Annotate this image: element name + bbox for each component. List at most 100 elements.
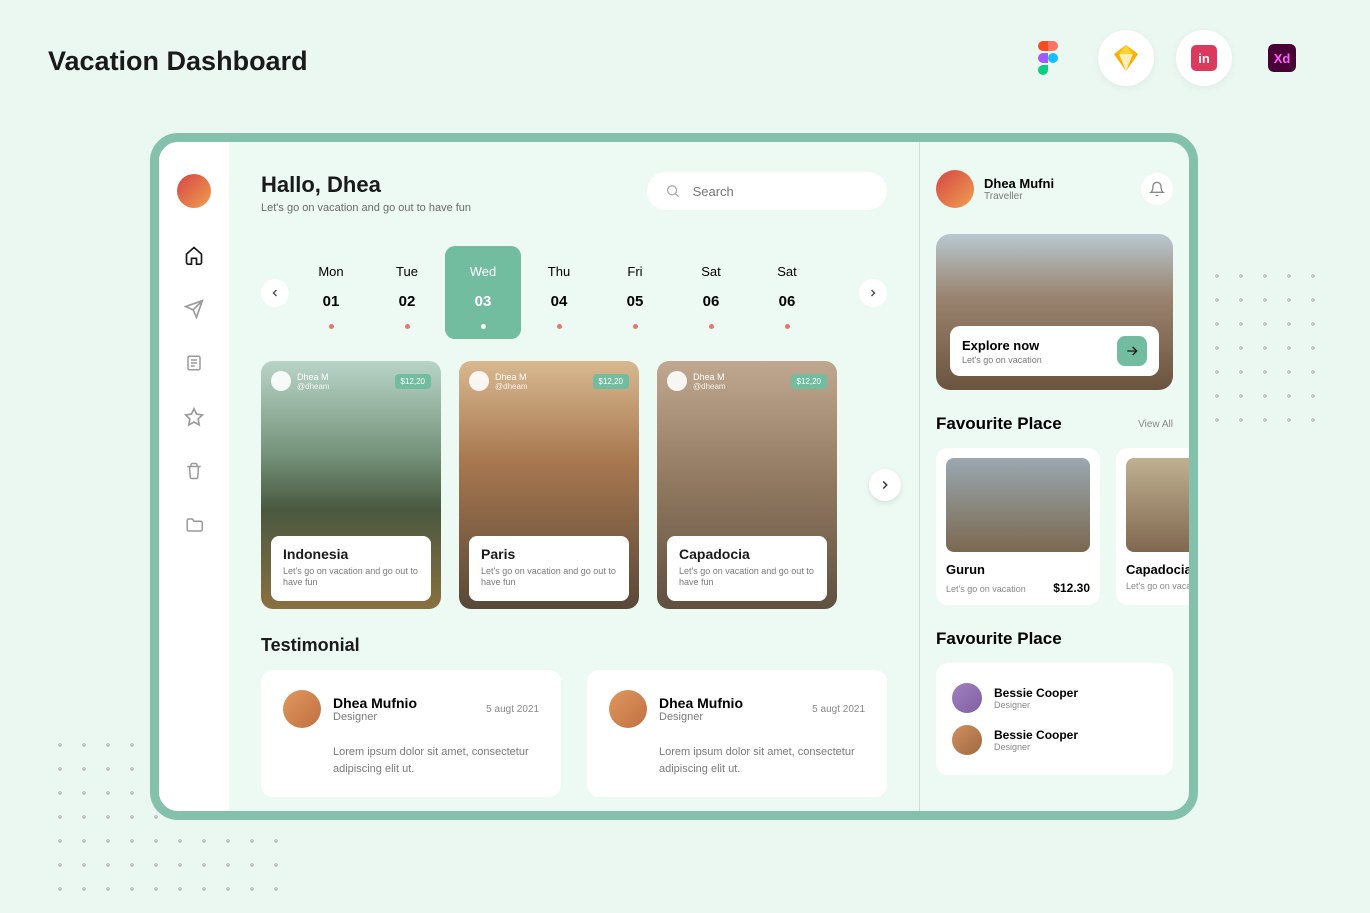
nav-trash-icon[interactable] xyxy=(183,460,205,482)
calendar-strip: Mon01 Tue02 Wed03 Thu04 Fri05 Sat06 Sat0… xyxy=(261,246,887,339)
person-role: Designer xyxy=(994,742,1078,752)
figma-icon xyxy=(1020,30,1076,86)
trip-price: $12,20 xyxy=(593,374,629,389)
testimonial-name: Dhea Mufnio xyxy=(333,695,474,711)
trip-user-name: Dhea M xyxy=(693,372,785,382)
trip-avatar xyxy=(667,371,687,391)
promo-arrow-button[interactable] xyxy=(1117,336,1147,366)
trip-user-name: Dhea M xyxy=(297,372,389,382)
xd-icon: Xd xyxy=(1254,30,1310,86)
favourite-image xyxy=(1126,458,1189,552)
calendar-prev-button[interactable] xyxy=(261,279,289,307)
bell-icon xyxy=(1149,181,1165,197)
notification-button[interactable] xyxy=(1141,173,1173,205)
favourite-heading-2: Favourite Place xyxy=(936,629,1062,649)
person-name: Bessie Cooper xyxy=(994,686,1078,700)
testimonial-date: 5 augt 2021 xyxy=(486,704,539,715)
arrow-right-icon xyxy=(1124,343,1140,359)
profile-avatar[interactable] xyxy=(936,170,974,208)
trip-card[interactable]: Dhea M@dheam $12,20 CapadociaLet's go on… xyxy=(657,361,837,609)
trip-card[interactable]: Dhea M@dheam $12,20 ParisLet's go on vac… xyxy=(459,361,639,609)
person-role: Designer xyxy=(994,700,1078,710)
trip-desc: Let's go on vacation and go out to have … xyxy=(679,566,815,589)
calendar-day[interactable]: Sat06 xyxy=(749,246,825,339)
calendar-day[interactable]: Mon01 xyxy=(293,246,369,339)
favourite-card[interactable]: Capadocia Let's go on vacation xyxy=(1116,448,1189,605)
sketch-icon xyxy=(1098,30,1154,86)
search-input[interactable] xyxy=(693,184,869,199)
trip-desc: Let's go on vacation and go out to have … xyxy=(283,566,419,589)
testimonials: Dhea MufnioDesigner 5 augt 2021 Lorem ip… xyxy=(261,670,887,797)
sidebar-nav xyxy=(183,244,205,536)
favourite-sub: Let's go on vacation xyxy=(1126,581,1189,591)
invision-icon: in xyxy=(1176,30,1232,86)
testimonial-heading: Testimonial xyxy=(261,635,887,656)
profile-name: Dhea Mufni xyxy=(984,176,1131,191)
nav-note-icon[interactable] xyxy=(183,352,205,374)
testimonial-name: Dhea Mufnio xyxy=(659,695,800,711)
view-all-link[interactable]: View All xyxy=(1138,419,1173,430)
nav-send-icon[interactable] xyxy=(183,298,205,320)
calendar-day[interactable]: Fri05 xyxy=(597,246,673,339)
sidebar-avatar[interactable] xyxy=(177,174,211,208)
page-title: Vacation Dashboard xyxy=(48,46,308,77)
trip-price: $12,20 xyxy=(791,374,827,389)
testimonial-card: Dhea MufnioDesigner 5 augt 2021 Lorem ip… xyxy=(587,670,887,797)
promo-subtitle: Let's go on vacation xyxy=(962,355,1117,365)
testimonial-body: Lorem ipsum dolor sit amet, consectetur … xyxy=(609,744,865,777)
sidebar xyxy=(159,142,229,811)
nav-home-icon[interactable] xyxy=(183,244,205,266)
trip-title: Indonesia xyxy=(283,546,419,562)
right-panel: Dhea MufniTraveller Explore now Let's go … xyxy=(919,142,1189,811)
favourite-heading-row: Favourite Place View All xyxy=(936,414,1173,434)
nav-folder-icon[interactable] xyxy=(183,514,205,536)
calendar-day[interactable]: Tue02 xyxy=(369,246,445,339)
favourite-card[interactable]: Gurun Let's go on vacation $12.30 xyxy=(936,448,1100,605)
promo-title: Explore now xyxy=(962,338,1117,353)
search-box[interactable] xyxy=(647,172,887,210)
favourite-image xyxy=(946,458,1090,552)
trip-title: Capadocia xyxy=(679,546,815,562)
nav-star-icon[interactable] xyxy=(183,406,205,428)
favourite-price: $12.30 xyxy=(1053,581,1090,595)
testimonial-avatar xyxy=(283,690,321,728)
search-icon xyxy=(665,182,681,200)
calendar-day[interactable]: Sat06 xyxy=(673,246,749,339)
trip-title: Paris xyxy=(481,546,617,562)
favourite-sub: Let's go on vacation xyxy=(946,584,1026,594)
person-item[interactable]: Bessie CooperDesigner xyxy=(952,677,1157,719)
greeting-title: Hallo, Dhea xyxy=(261,172,471,198)
svg-text:in: in xyxy=(1198,51,1210,66)
favourite-title: Gurun xyxy=(946,562,1090,577)
greeting-subtitle: Let's go on vacation and go out to have … xyxy=(261,202,471,214)
promo-banner: Explore now Let's go on vacation xyxy=(936,234,1173,390)
testimonial-card: Dhea MufnioDesigner 5 augt 2021 Lorem ip… xyxy=(261,670,561,797)
trip-card[interactable]: Dhea M@dheam $12,20 Indonesia Let's go on… xyxy=(261,361,441,609)
profile-role: Traveller xyxy=(984,191,1131,202)
person-name: Bessie Cooper xyxy=(994,728,1078,742)
testimonial-avatar xyxy=(609,690,647,728)
person-avatar xyxy=(952,725,982,755)
trip-avatar xyxy=(271,371,291,391)
trip-avatar xyxy=(469,371,489,391)
favourite-heading-row-2: Favourite Place xyxy=(936,629,1173,649)
main-content: Hallo, Dhea Let's go on vacation and go … xyxy=(229,142,919,811)
calendar-day-active[interactable]: Wed03 xyxy=(445,246,521,339)
design-tool-icons: in Xd xyxy=(1020,30,1310,86)
trip-user-handle: @dheam xyxy=(495,382,587,391)
trip-user-handle: @dheam xyxy=(297,382,389,391)
testimonial-body: Lorem ipsum dolor sit amet, consectetur … xyxy=(283,744,539,777)
testimonial-role: Designer xyxy=(659,711,800,723)
trip-price: $12,20 xyxy=(395,374,431,389)
profile: Dhea MufniTraveller xyxy=(936,170,1173,208)
trips-next-button[interactable] xyxy=(869,469,901,501)
favourite-heading: Favourite Place xyxy=(936,414,1062,434)
trip-desc: Let's go on vacation and go out to have … xyxy=(481,566,617,589)
svg-text:Xd: Xd xyxy=(1274,51,1291,66)
calendar-next-button[interactable] xyxy=(859,279,887,307)
app-window: Hallo, Dhea Let's go on vacation and go … xyxy=(150,133,1198,820)
person-item[interactable]: Bessie CooperDesigner xyxy=(952,719,1157,761)
calendar-day[interactable]: Thu04 xyxy=(521,246,597,339)
people-list: Bessie CooperDesigner Bessie CooperDesig… xyxy=(936,663,1173,775)
promo-card: Explore now Let's go on vacation xyxy=(950,326,1159,376)
